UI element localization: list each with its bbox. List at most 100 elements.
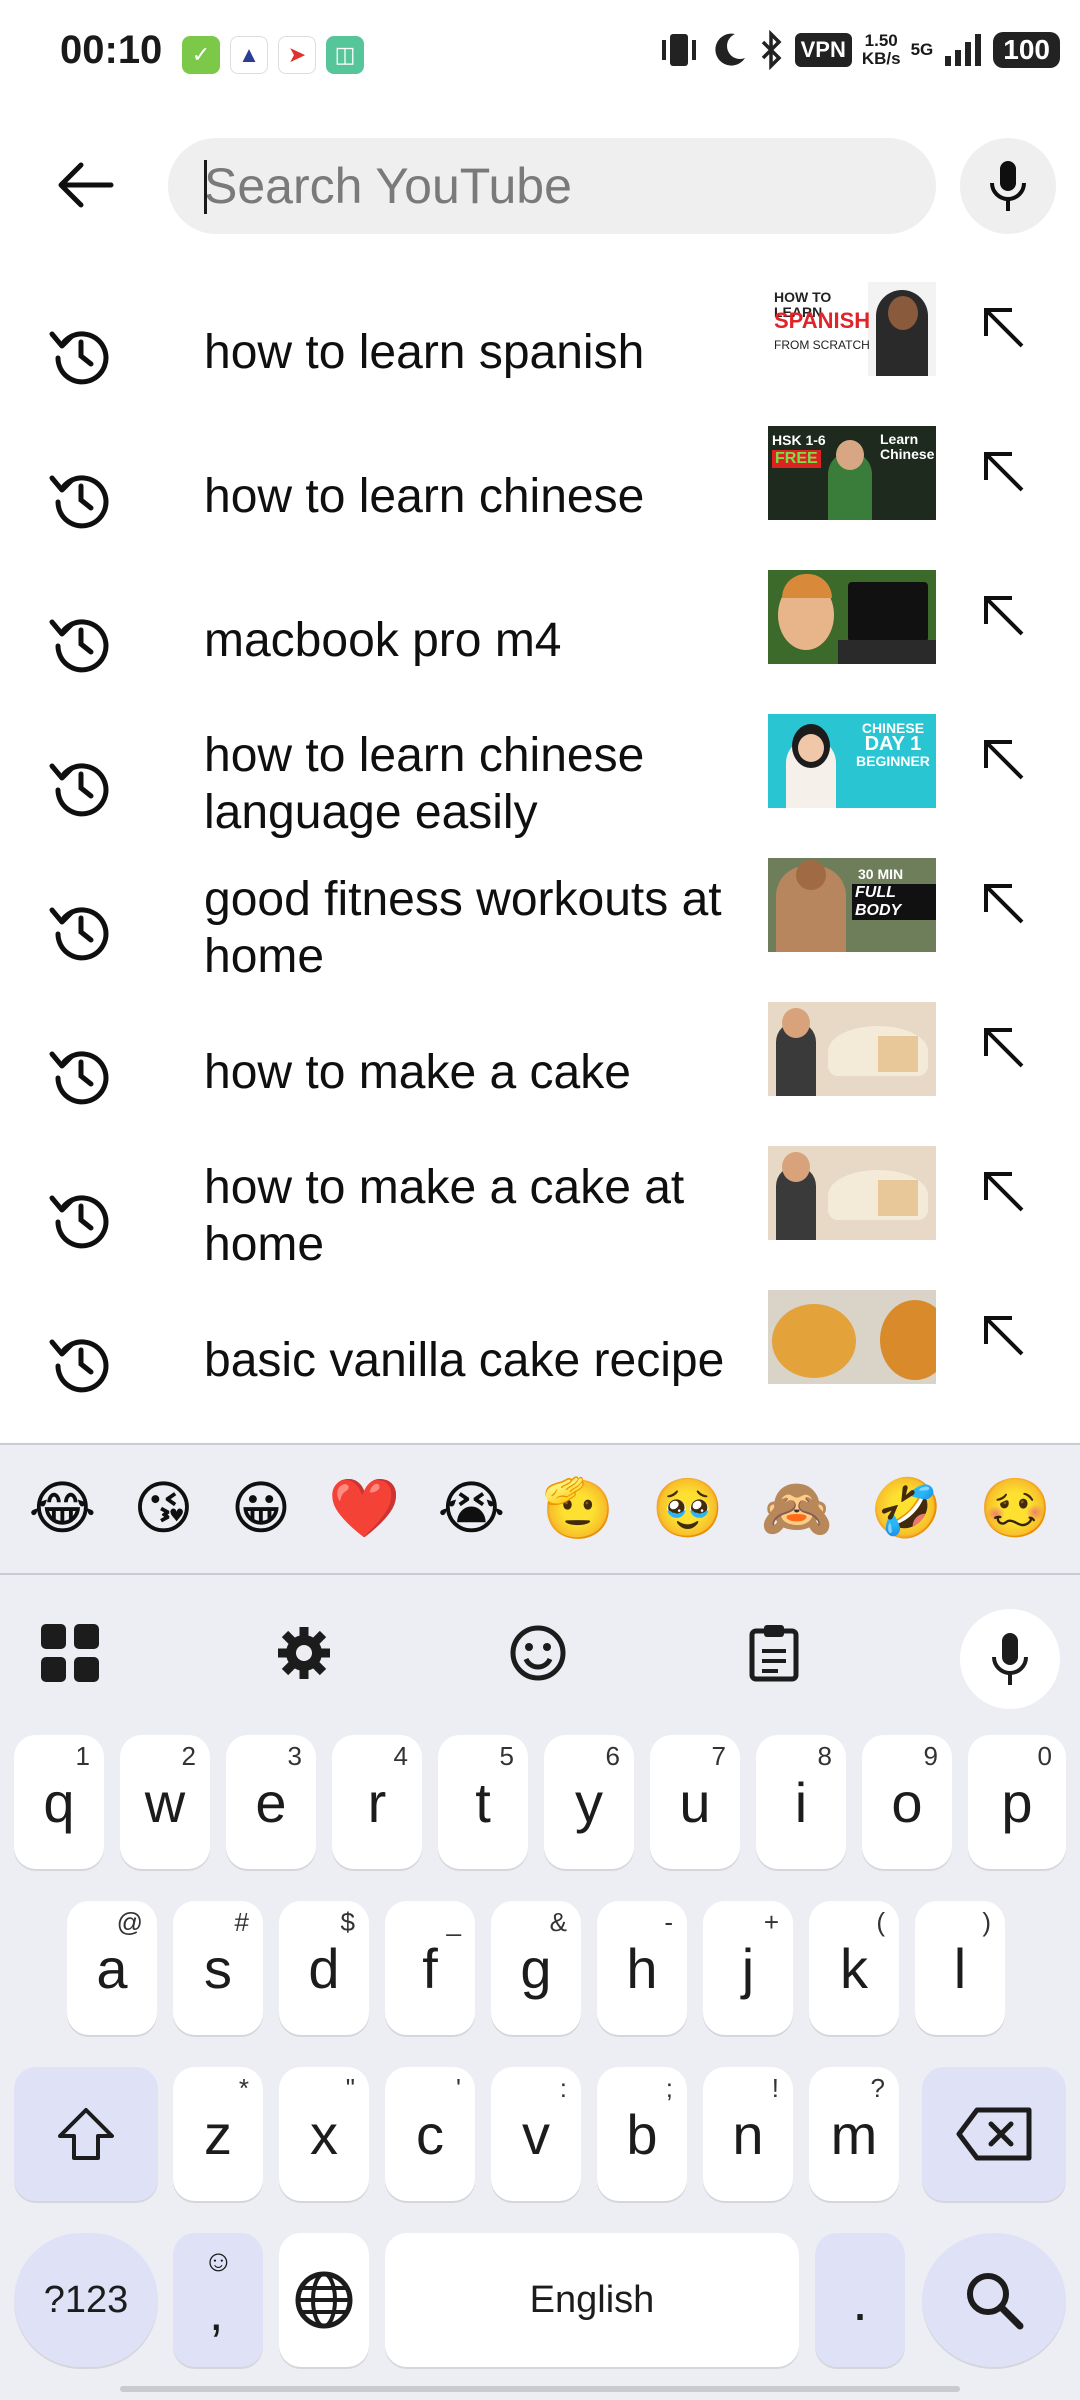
symbols-key[interactable]: ?123 bbox=[14, 2233, 158, 2367]
key-t[interactable]: t5 bbox=[438, 1735, 528, 1869]
key-label: v bbox=[522, 2102, 550, 2166]
key-h[interactable]: h- bbox=[597, 1901, 687, 2035]
suggestion-item[interactable]: good fitness workouts at home 30 MIN FUL… bbox=[0, 856, 1080, 1000]
fill-query-arrow-icon[interactable] bbox=[972, 1160, 1032, 1220]
period-key[interactable]: . bbox=[815, 2233, 905, 2367]
key-label: a bbox=[96, 1936, 128, 2000]
keyboard-settings-button[interactable] bbox=[262, 1611, 346, 1695]
emoji-key[interactable]: 🥴 bbox=[979, 1480, 1051, 1538]
key-s[interactable]: s # bbox=[173, 1901, 263, 2035]
fill-query-arrow-icon[interactable] bbox=[972, 440, 1032, 500]
key-c[interactable]: c ' bbox=[385, 2067, 475, 2201]
key-v[interactable]: v: bbox=[491, 2067, 581, 2201]
fill-query-arrow-icon[interactable] bbox=[972, 296, 1032, 356]
fill-query-arrow-icon[interactable] bbox=[972, 1016, 1032, 1076]
key-a[interactable]: a @ bbox=[67, 1901, 157, 2035]
suggestion-item[interactable]: macbook pro m4 bbox=[0, 568, 1080, 712]
apps-grid-button[interactable] bbox=[28, 1611, 112, 1695]
key-l[interactable]: l) bbox=[915, 1901, 1005, 2035]
key-label: c bbox=[416, 2102, 444, 2166]
emoji-shortcut-icon: ☺ bbox=[203, 2245, 234, 2278]
gesture-navigation-bar[interactable] bbox=[120, 2386, 960, 2392]
suggestion-text: good fitness workouts at home bbox=[204, 873, 722, 983]
fill-query-arrow-icon[interactable] bbox=[972, 728, 1032, 788]
clipboard-icon bbox=[749, 1625, 799, 1682]
key-k[interactable]: k( bbox=[809, 1901, 899, 2035]
key-label: o bbox=[891, 1770, 923, 1834]
fill-query-arrow-icon[interactable] bbox=[972, 584, 1032, 644]
emoji-key[interactable]: 🤣 bbox=[870, 1480, 942, 1538]
emoji-key[interactable]: 😀 bbox=[231, 1480, 291, 1538]
emoji-key[interactable]: 😭 bbox=[438, 1480, 506, 1538]
key-hint: : bbox=[559, 2073, 567, 2103]
network-speed-unit: KB/s bbox=[861, 49, 901, 68]
key-m[interactable]: m? bbox=[809, 2067, 899, 2201]
key-hint: ' bbox=[456, 2073, 461, 2103]
network-speed: 1.50 KB/s bbox=[862, 32, 901, 68]
emoji-key[interactable]: 😂 bbox=[29, 1480, 97, 1538]
history-icon bbox=[49, 475, 109, 529]
emoji-key[interactable]: 😘 bbox=[133, 1480, 193, 1538]
key-f[interactable]: f _ bbox=[385, 1901, 475, 2035]
shift-key[interactable] bbox=[14, 2067, 158, 2201]
fill-query-arrow-icon[interactable] bbox=[972, 1304, 1032, 1364]
keyboard-voice-input-button[interactable] bbox=[960, 1609, 1060, 1709]
space-bar[interactable]: English bbox=[385, 2233, 799, 2367]
emoji-key[interactable]: ❤️ bbox=[328, 1480, 400, 1538]
key-u[interactable]: u7 bbox=[650, 1735, 740, 1869]
suggestion-thumbnail bbox=[768, 570, 936, 664]
key-p[interactable]: p0 bbox=[968, 1735, 1066, 1869]
key-b[interactable]: b; bbox=[597, 2067, 687, 2201]
voice-search-button[interactable] bbox=[960, 138, 1056, 234]
key-e[interactable]: e3 bbox=[226, 1735, 316, 1869]
emoji-key[interactable]: 🫡 bbox=[542, 1480, 614, 1538]
key-hint: $ bbox=[340, 1907, 355, 1937]
key-hint: 8 bbox=[817, 1741, 832, 1771]
key-label: t bbox=[475, 1770, 491, 1834]
key-g[interactable]: g & bbox=[491, 1901, 581, 2035]
key-d[interactable]: d $ bbox=[279, 1901, 369, 2035]
key-x[interactable]: x " bbox=[279, 2067, 369, 2201]
key-j[interactable]: j + bbox=[703, 1901, 793, 2035]
key-i[interactable]: i8 bbox=[756, 1735, 846, 1869]
back-button[interactable] bbox=[40, 150, 130, 220]
key-label: x bbox=[310, 2102, 338, 2166]
vpn-badge: VPN bbox=[794, 33, 852, 67]
backspace-key[interactable] bbox=[922, 2067, 1066, 2201]
suggestion-thumbnail bbox=[768, 1146, 936, 1240]
emoji-key[interactable]: 🙈 bbox=[761, 1480, 833, 1538]
search-input[interactable] bbox=[204, 138, 904, 234]
suggestion-item[interactable]: how to make a cake at home bbox=[0, 1144, 1080, 1288]
suggestion-item[interactable]: basic vanilla cake recipe bbox=[0, 1288, 1080, 1432]
language-switch-key[interactable] bbox=[279, 2233, 369, 2367]
key-hint: 4 bbox=[393, 1741, 408, 1771]
suggestion-item[interactable]: how to learn chinese language easily CHI… bbox=[0, 712, 1080, 856]
key-r[interactable]: r4 bbox=[332, 1735, 422, 1869]
key-y[interactable]: y6 bbox=[544, 1735, 634, 1869]
on-screen-keyboard: 😂 😘 😀 ❤️ 😭 🫡 🥹 🙈 🤣 🥴 q 1 w 2 e 3 r 4 t 5… bbox=[0, 1443, 1080, 2400]
key-label: i bbox=[794, 1770, 808, 1834]
suggestion-item[interactable]: how to learn chinese HSK 1-6 FREE Learn C… bbox=[0, 424, 1080, 568]
battery-level: 100 bbox=[993, 32, 1060, 68]
key-label: q bbox=[43, 1770, 75, 1834]
key-q[interactable]: q1 bbox=[14, 1735, 104, 1869]
key-w[interactable]: w2 bbox=[120, 1735, 210, 1869]
cat-app-icon: ▲ bbox=[230, 36, 268, 74]
key-n[interactable]: n! bbox=[703, 2067, 793, 2201]
suggestion-thumbnail: CHINESE DAY 1 BEGINNER bbox=[768, 714, 936, 808]
emoji-keyboard-button[interactable] bbox=[496, 1611, 580, 1695]
search-key[interactable] bbox=[922, 2233, 1066, 2367]
search-box[interactable] bbox=[168, 138, 936, 234]
history-icon bbox=[49, 1195, 109, 1249]
key-label: n bbox=[732, 2102, 764, 2166]
suggestion-item[interactable]: how to make a cake bbox=[0, 1000, 1080, 1144]
search-icon bbox=[967, 2273, 1024, 2330]
suggestion-thumbnail: 30 MIN FULL BODY bbox=[768, 858, 936, 952]
clipboard-button[interactable] bbox=[732, 1611, 816, 1695]
key-z[interactable]: z * bbox=[173, 2067, 263, 2201]
fill-query-arrow-icon[interactable] bbox=[972, 872, 1032, 932]
comma-key[interactable]: ☺ , bbox=[173, 2233, 263, 2367]
suggestion-item[interactable]: how to learn spanish HOW TO LEARN SPANIS… bbox=[0, 280, 1080, 424]
emoji-key[interactable]: 🥹 bbox=[652, 1480, 724, 1538]
key-o[interactable]: o9 bbox=[862, 1735, 952, 1869]
